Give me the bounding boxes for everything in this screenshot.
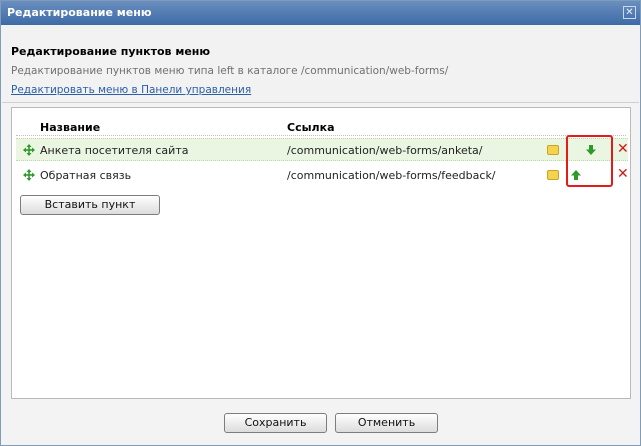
folder-icon[interactable] [547,145,559,155]
menu-item-link[interactable]: /communication/web-forms/feedback/ [287,169,496,182]
dialog-title: Редактирование меню [7,6,152,19]
delete-icon[interactable]: ✕ [617,142,629,156]
table-row: Анкета посетителя сайта /communication/w… [16,138,629,161]
menu-edit-dialog: Редактирование меню ✕ Редактирование пун… [0,0,641,446]
folder-icon[interactable] [547,170,559,180]
close-icon[interactable]: ✕ [623,6,636,19]
move-handle-icon[interactable] [23,169,35,181]
menu-item-name[interactable]: Обратная связь [40,169,131,182]
header-description: Редактирование пунктов меню типа left в … [11,65,449,77]
table-row: Обратная связь /communication/web-forms/… [16,164,629,187]
menu-item-name[interactable]: Анкета посетителя сайта [40,144,188,157]
dialog-header: Редактирование пунктов меню Редактирован… [2,25,639,103]
header-title: Редактирование пунктов меню [11,45,211,58]
column-header-link: Ссылка [287,121,335,134]
header-divider [16,135,626,136]
edit-in-control-panel-link[interactable]: Редактировать меню в Панели управления [11,84,251,96]
dialog-titlebar: Редактирование меню ✕ [1,1,640,25]
insert-item-button[interactable]: Вставить пункт [20,195,160,215]
cancel-button[interactable]: Отменить [335,413,438,433]
menu-item-link[interactable]: /communication/web-forms/anketa/ [287,144,483,157]
menu-items-panel: Название Ссылка Анкета посетителя сайта … [11,107,631,399]
move-handle-icon[interactable] [23,144,35,156]
column-header-name: Название [40,121,101,134]
delete-icon[interactable]: ✕ [617,167,629,181]
arrow-highlight-frame [566,135,613,187]
save-button[interactable]: Сохранить [224,413,327,433]
